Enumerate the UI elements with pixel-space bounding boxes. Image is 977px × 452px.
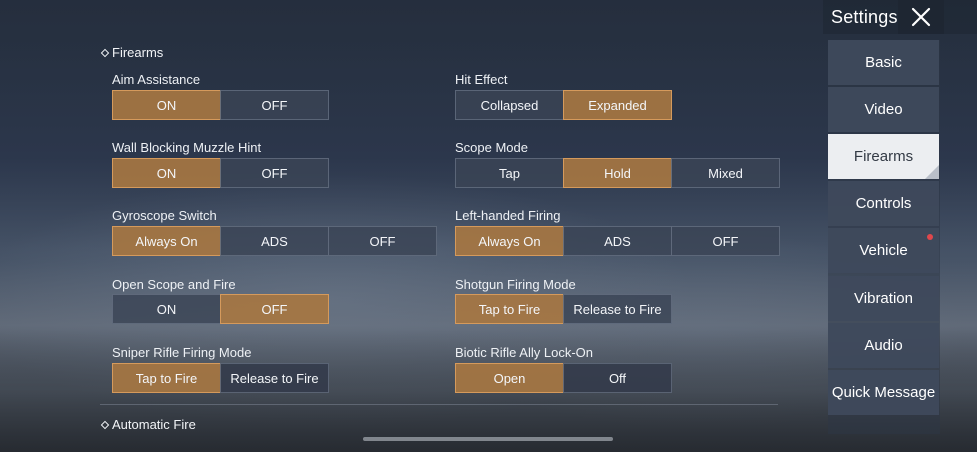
aim-assistance-option-off[interactable]: OFF xyxy=(220,90,329,120)
sniper-option-release-to-fire[interactable]: Release to Fire xyxy=(220,363,329,393)
aim-assistance-toggle: ON OFF xyxy=(112,90,329,120)
left-handed-option-always-on[interactable]: Always On xyxy=(455,226,564,256)
gyroscope-toggle: Always On ADS OFF xyxy=(112,226,437,256)
sidebar-item-vehicle[interactable]: Vehicle xyxy=(828,228,939,273)
sidebar-item-label: Vibration xyxy=(854,290,913,307)
scope-mode-option-mixed[interactable]: Mixed xyxy=(671,158,780,188)
left-handed-label: Left-handed Firing xyxy=(455,208,561,223)
gyroscope-option-ads[interactable]: ADS xyxy=(220,226,329,256)
sniper-label: Sniper Rifle Firing Mode xyxy=(112,345,252,360)
sidebar-item-firearms[interactable]: Firearms xyxy=(828,134,939,179)
aim-assistance-label: Aim Assistance xyxy=(112,72,201,87)
biotic-toggle: Open Off xyxy=(455,363,672,393)
biotic-option-open[interactable]: Open xyxy=(455,363,564,393)
gyroscope-label: Gyroscope Switch xyxy=(112,208,217,223)
close-button[interactable] xyxy=(898,0,944,34)
left-handed-toggle: Always On ADS OFF xyxy=(455,226,780,256)
wall-blocking-option-on[interactable]: ON xyxy=(112,158,221,188)
close-x-icon xyxy=(911,7,931,27)
sidebar-item-label: Controls xyxy=(855,195,912,212)
hit-effect-option-expanded[interactable]: Expanded xyxy=(563,90,672,120)
shotgun-option-tap-to-fire[interactable]: Tap to Fire xyxy=(455,294,564,324)
sidebar-item-quick-message[interactable]: Quick Message xyxy=(828,370,939,415)
sidebar-item-audio[interactable]: Audio xyxy=(828,323,939,368)
shotgun-label: Shotgun Firing Mode xyxy=(455,277,576,292)
biotic-label: Biotic Rifle Ally Lock-On xyxy=(455,345,593,360)
section-title: Firearms xyxy=(112,45,164,60)
page-title: Settings xyxy=(831,7,898,27)
wall-blocking-toggle: ON OFF xyxy=(112,158,329,188)
shotgun-option-release-to-fire[interactable]: Release to Fire xyxy=(563,294,672,324)
sniper-toggle: Tap to Fire Release to Fire xyxy=(112,363,329,393)
hit-effect-toggle: Collapsed Expanded xyxy=(455,90,672,120)
section-title: Automatic Fire xyxy=(112,417,196,432)
sniper-option-tap-to-fire[interactable]: Tap to Fire xyxy=(112,363,221,393)
biotic-option-off[interactable]: Off xyxy=(563,363,672,393)
open-scope-toggle: ON OFF xyxy=(112,294,329,324)
diamond-icon xyxy=(100,420,110,429)
left-handed-option-ads[interactable]: ADS xyxy=(563,226,672,256)
sidebar-item-label: Firearms xyxy=(853,148,914,165)
sidebar-item-video[interactable]: Video xyxy=(828,87,939,132)
section-divider xyxy=(100,404,778,405)
gyroscope-option-always-on[interactable]: Always On xyxy=(112,226,221,256)
left-handed-option-off[interactable]: OFF xyxy=(671,226,780,256)
scope-mode-toggle: Tap Hold Mixed xyxy=(455,158,780,188)
open-scope-label: Open Scope and Fire xyxy=(112,277,236,292)
aim-assistance-option-on[interactable]: ON xyxy=(112,90,221,120)
open-scope-option-off[interactable]: OFF xyxy=(220,294,329,324)
sidebar-item-controls[interactable]: Controls xyxy=(828,181,939,226)
hit-effect-option-collapsed[interactable]: Collapsed xyxy=(455,90,564,120)
sidebar-item-label: Quick Message xyxy=(831,384,936,401)
diamond-icon xyxy=(100,48,110,57)
sidebar-item-label: Audio xyxy=(864,337,903,354)
open-scope-option-on[interactable]: ON xyxy=(112,294,221,324)
scope-mode-option-hold[interactable]: Hold xyxy=(563,158,672,188)
scroll-indicator[interactable] xyxy=(363,437,613,441)
scope-mode-option-tap[interactable]: Tap xyxy=(455,158,564,188)
scope-mode-label: Scope Mode xyxy=(455,140,528,155)
section-header-automatic-fire[interactable]: Automatic Fire xyxy=(100,417,196,432)
sidebar-item-label: Vehicle xyxy=(859,242,908,259)
hit-effect-label: Hit Effect xyxy=(455,72,508,87)
gyroscope-option-off[interactable]: OFF xyxy=(328,226,437,256)
wall-blocking-option-off[interactable]: OFF xyxy=(220,158,329,188)
sidebar-item-label: Basic xyxy=(865,54,902,71)
shotgun-toggle: Tap to Fire Release to Fire xyxy=(455,294,672,324)
sidebar-item-basic[interactable]: Basic xyxy=(828,40,939,85)
notification-dot xyxy=(927,234,933,240)
section-header-firearms: Firearms xyxy=(100,45,163,60)
wall-blocking-label: Wall Blocking Muzzle Hint xyxy=(112,140,262,155)
sidebar-item-label: Video xyxy=(864,101,903,118)
sidebar-item-vibration[interactable]: Vibration xyxy=(828,276,939,321)
